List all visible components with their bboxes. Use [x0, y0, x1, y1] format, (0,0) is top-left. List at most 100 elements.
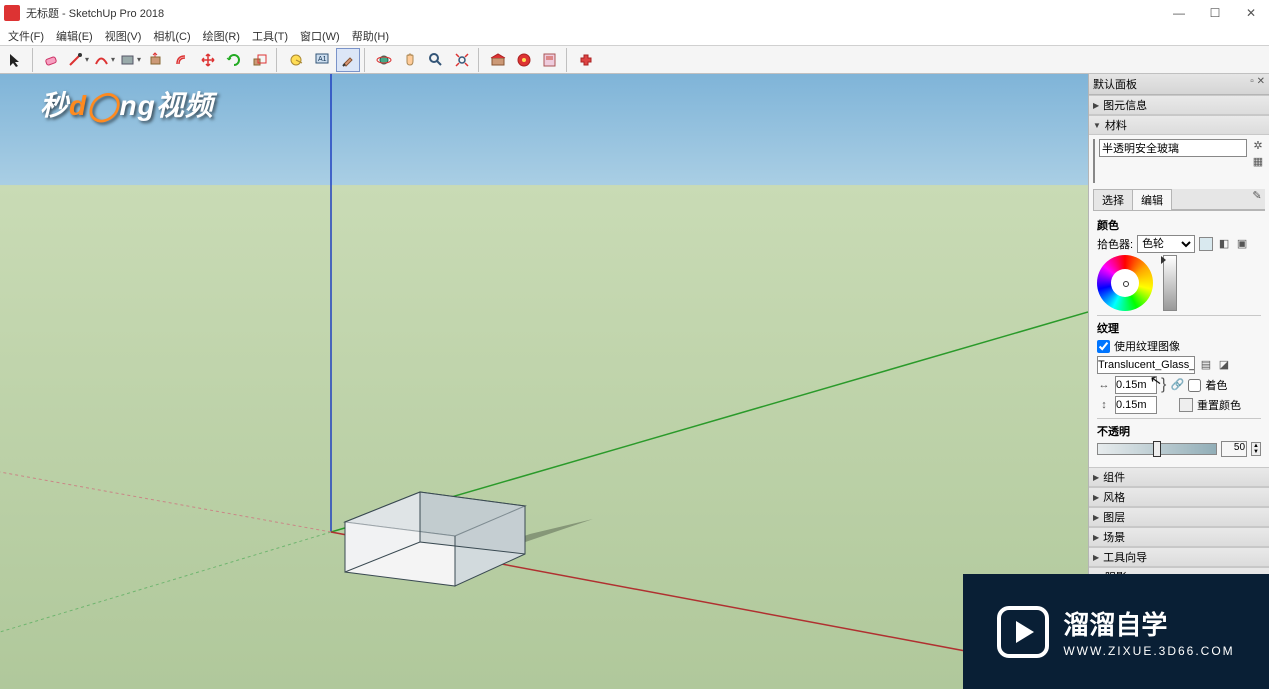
- menu-help[interactable]: 帮助(H): [346, 26, 395, 46]
- toolbar-separator: [32, 48, 36, 72]
- menu-view[interactable]: 视图(V): [99, 26, 148, 46]
- menu-draw[interactable]: 绘图(R): [197, 26, 246, 46]
- eyedropper-icon[interactable]: ✎: [1249, 189, 1265, 210]
- material-tabs: 选择 编辑 ✎: [1093, 189, 1265, 211]
- rotate-tool[interactable]: [222, 48, 246, 72]
- lock-icon[interactable]: 🔗: [1170, 378, 1184, 392]
- reset-color-label: 重置颜色: [1197, 397, 1241, 413]
- material-edit-body: 颜色 拾色器: 色轮 ◧ ▣ 纹理: [1093, 211, 1265, 463]
- picker-mode-select[interactable]: 色轮: [1137, 235, 1195, 253]
- offset-tool[interactable]: [170, 48, 194, 72]
- banner-title: 溜溜自学: [1063, 605, 1234, 642]
- menu-tools[interactable]: 工具(T): [246, 26, 294, 46]
- viewport-3d[interactable]: 秒d◯ng视频: [0, 74, 1088, 689]
- zoom-tool[interactable]: [424, 48, 448, 72]
- use-texture-checkbox[interactable]: [1097, 340, 1110, 353]
- app-icon: [4, 5, 20, 21]
- close-button[interactable]: ✕: [1233, 0, 1269, 26]
- color-section-label: 颜色: [1097, 217, 1261, 233]
- warehouse-tool[interactable]: [486, 48, 510, 72]
- tape-tool[interactable]: [284, 48, 308, 72]
- texture-section-label: 纹理: [1097, 320, 1261, 336]
- watermark-logo: 秒d◯ng视频: [40, 84, 214, 124]
- line-tool[interactable]: ▾: [66, 48, 90, 72]
- section-label: 材料: [1105, 117, 1127, 133]
- section-layers[interactable]: ▶图层: [1089, 507, 1269, 527]
- orbit-tool[interactable]: [372, 48, 396, 72]
- maximize-button[interactable]: ☐: [1197, 0, 1233, 26]
- colorize-label: 着色: [1205, 377, 1227, 393]
- main-toolbar: ▾ ▾ ▾ A1: [0, 46, 1269, 74]
- minimize-button[interactable]: —: [1161, 0, 1197, 26]
- match-object-icon[interactable]: ▣: [1235, 237, 1249, 251]
- opacity-spinner[interactable]: ▲▼: [1251, 442, 1261, 456]
- use-texture-label: 使用纹理图像: [1114, 338, 1180, 354]
- paint-tool[interactable]: [336, 48, 360, 72]
- scene-axes: [0, 74, 1088, 689]
- promo-banner: 溜溜自学 WWW.ZIXUE.3D66.COM: [963, 574, 1269, 689]
- material-preview-swatch[interactable]: [1093, 139, 1095, 183]
- opacity-value[interactable]: 50: [1221, 441, 1247, 457]
- create-material-icon[interactable]: ✲: [1251, 139, 1265, 153]
- menu-bar: 文件(F) 编辑(E) 视图(V) 相机(C) 绘图(R) 工具(T) 窗口(W…: [0, 26, 1269, 46]
- browse-texture-icon[interactable]: ▤: [1199, 358, 1213, 372]
- section-label: 风格: [1103, 489, 1125, 505]
- select-tool[interactable]: [4, 48, 28, 72]
- section-style[interactable]: ▶风格: [1089, 487, 1269, 507]
- colorize-checkbox[interactable]: [1188, 379, 1201, 392]
- tab-select[interactable]: 选择: [1093, 189, 1133, 210]
- edit-texture-icon[interactable]: ◪: [1217, 358, 1231, 372]
- section-label: 场景: [1103, 529, 1125, 545]
- menu-file[interactable]: 文件(F): [2, 26, 50, 46]
- menu-camera[interactable]: 相机(C): [147, 26, 196, 46]
- texture-width-input[interactable]: [1115, 376, 1157, 394]
- width-arrow-icon: ↔: [1097, 378, 1111, 392]
- svg-text:A1: A1: [318, 56, 327, 63]
- banner-url: WWW.ZIXUE.3D66.COM: [1063, 644, 1234, 658]
- aspect-lock-icon[interactable]: }: [1161, 376, 1166, 394]
- move-tool[interactable]: [196, 48, 220, 72]
- material-name-input[interactable]: [1099, 139, 1247, 157]
- texture-height-input[interactable]: [1115, 396, 1157, 414]
- menu-edit[interactable]: 编辑(E): [50, 26, 99, 46]
- toolbar-separator: [364, 48, 368, 72]
- height-arrow-icon: ↕: [1097, 398, 1111, 412]
- arc-tool[interactable]: ▾: [92, 48, 116, 72]
- tray-title[interactable]: 默认面板 ▫ ✕: [1089, 74, 1269, 95]
- opacity-slider[interactable]: [1097, 443, 1217, 455]
- match-screen-icon[interactable]: ◧: [1217, 237, 1231, 251]
- section-instructor[interactable]: ▶工具向导: [1089, 547, 1269, 567]
- section-material[interactable]: ▼材料: [1089, 115, 1269, 135]
- layout-tool[interactable]: [538, 48, 562, 72]
- opacity-section-label: 不透明: [1097, 423, 1261, 439]
- pan-tool[interactable]: [398, 48, 422, 72]
- color-wheel-pointer[interactable]: [1123, 281, 1129, 287]
- default-material-icon[interactable]: ▦: [1251, 155, 1265, 169]
- section-scenes[interactable]: ▶场景: [1089, 527, 1269, 547]
- zoom-extents-tool[interactable]: [450, 48, 474, 72]
- menu-window[interactable]: 窗口(W): [294, 26, 346, 46]
- section-entity-info[interactable]: ▶图元信息: [1089, 95, 1269, 115]
- rectangle-tool[interactable]: ▾: [118, 48, 142, 72]
- extension-manager-tool[interactable]: [574, 48, 598, 72]
- toolbar-separator: [566, 48, 570, 72]
- section-label: 图层: [1103, 509, 1125, 525]
- current-color-chip[interactable]: [1199, 237, 1213, 251]
- text-tool[interactable]: A1: [310, 48, 334, 72]
- section-label: 工具向导: [1103, 549, 1147, 565]
- reset-color-chip[interactable]: [1179, 398, 1193, 412]
- play-icon: [997, 606, 1049, 658]
- value-slider[interactable]: [1163, 255, 1177, 311]
- eraser-tool[interactable]: [40, 48, 64, 72]
- picker-label: 拾色器:: [1097, 236, 1133, 252]
- section-components[interactable]: ▶组件: [1089, 467, 1269, 487]
- extension-warehouse-tool[interactable]: [512, 48, 536, 72]
- texture-file-input[interactable]: [1097, 356, 1195, 374]
- tab-edit[interactable]: 编辑: [1132, 189, 1172, 210]
- section-label: 图元信息: [1103, 97, 1147, 113]
- pin-icon[interactable]: ▫ ✕: [1250, 76, 1265, 87]
- scale-tool[interactable]: [248, 48, 272, 72]
- pushpull-tool[interactable]: [144, 48, 168, 72]
- tray-title-label: 默认面板: [1093, 79, 1137, 91]
- title-bar: 无标题 - SketchUp Pro 2018 — ☐ ✕: [0, 0, 1269, 26]
